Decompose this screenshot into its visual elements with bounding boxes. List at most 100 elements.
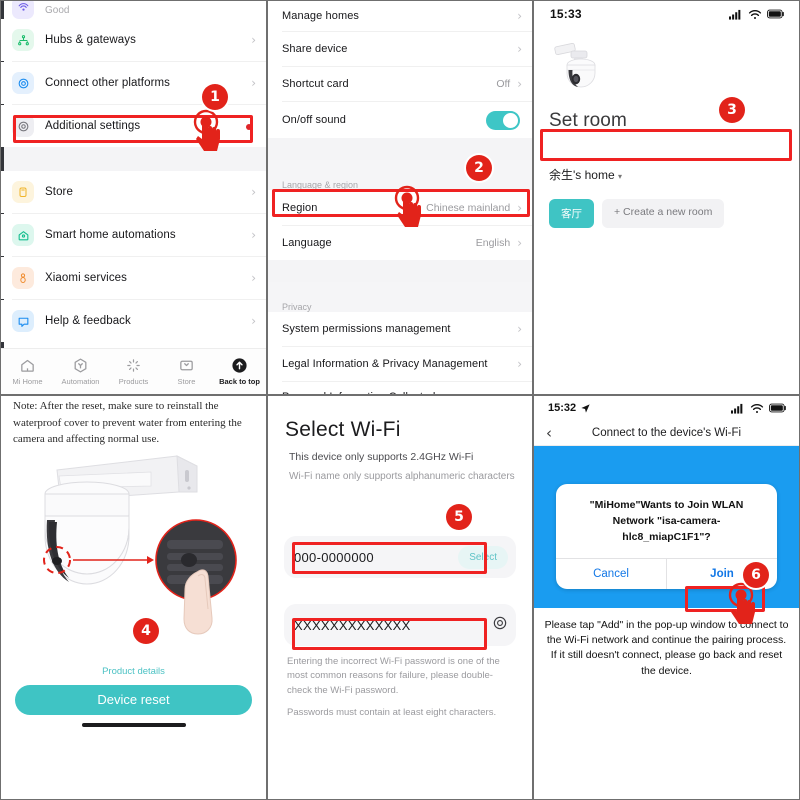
cancel-button[interactable]: Cancel: [556, 559, 666, 589]
row-label: Share device: [282, 43, 348, 55]
row-store[interactable]: Store ›: [1, 171, 266, 213]
row-label: Shortcut card: [282, 78, 349, 90]
row-region[interactable]: Region Chinese mainland ›: [268, 190, 532, 225]
nav-label: Automation: [61, 377, 100, 386]
home-name-label: 余生's home: [549, 168, 615, 182]
page-title: Select Wi-Fi: [285, 418, 401, 441]
status-icons: [729, 9, 785, 20]
row-onoff-sound[interactable]: On/off sound: [268, 102, 532, 138]
row-good[interactable]: Good: [1, 1, 266, 19]
row-language[interactable]: Language English ›: [268, 226, 532, 260]
screenshot-grid: Good Hubs & gateways › Connect other pla…: [0, 0, 800, 800]
row-share-device[interactable]: Share device ›: [268, 32, 532, 66]
nav-item-store[interactable]: Store: [160, 357, 213, 386]
chevron-right-icon: ›: [517, 200, 522, 215]
device-reset-button[interactable]: Device reset: [15, 684, 252, 715]
chevron-right-icon: ›: [517, 236, 522, 250]
row-label: Language: [282, 237, 332, 249]
row-personal-information[interactable]: Personal Information Collected ›: [268, 382, 532, 394]
battery-icon: [767, 9, 784, 19]
nav-item-mi-home[interactable]: Mi Home: [1, 357, 54, 386]
chevron-down-icon: ▾: [618, 172, 623, 181]
row-help-feedback[interactable]: Help & feedback ›: [1, 300, 266, 342]
antenna-icon: [12, 1, 34, 19]
row-label: Manage homes: [282, 10, 360, 22]
room-chip-selected[interactable]: 客厅: [549, 199, 594, 228]
arrow-up-icon: [232, 358, 247, 373]
row-shortcut-card[interactable]: Shortcut card Off ›: [268, 67, 532, 101]
back-icon[interactable]: ‹: [546, 424, 552, 442]
automation-icon: [12, 224, 34, 246]
row-system-permissions[interactable]: System permissions management ›: [268, 312, 532, 346]
settings-list-1: Hubs & gateways › Connect other platform…: [1, 19, 266, 147]
panel-select-wifi: Select Wi-Fi This device only supports 2…: [267, 395, 533, 800]
product-details-link[interactable]: Product details: [1, 666, 266, 677]
chevron-right-icon: ›: [517, 42, 522, 56]
chevron-right-icon: ›: [517, 357, 522, 371]
wifi-subtitle-2: Wi-Fi name only supports alphanumeric ch…: [289, 471, 515, 482]
wifi-subtitle-1: This device only supports 2.4GHz Wi-Fi: [289, 451, 474, 463]
settings-group-privacy: System permissions management › Legal In…: [268, 312, 532, 394]
step-badge-3: 3: [719, 97, 745, 123]
nav-label: Products: [118, 377, 149, 386]
home-selector[interactable]: 余生's home ▾: [534, 166, 799, 183]
camera-reset-illustration: 4: [1, 448, 266, 666]
step-badge-1: 1: [202, 84, 228, 110]
nav-header: ‹ Connect to the device's Wi-Fi: [534, 420, 799, 446]
wifi-password-field[interactable]: XXXXXXXXXXXXX: [284, 604, 516, 646]
settings-group-top: Manage homes › Share device › Shortcut c…: [268, 1, 532, 138]
show-password-icon[interactable]: [492, 615, 508, 636]
panel-mi-home-settings: Good Hubs & gateways › Connect other pla…: [0, 0, 267, 395]
row-label: Store: [45, 186, 73, 198]
chevron-right-icon: ›: [251, 33, 256, 47]
nav-label: Store: [177, 377, 196, 386]
section-label: Language & region: [282, 180, 359, 190]
wifi-password-hint-1: Entering the incorrect Wi-Fi password is…: [287, 656, 500, 696]
section-gap: [268, 138, 532, 160]
select-wifi-button[interactable]: Select: [458, 545, 508, 569]
row-label: Legal Information & Privacy Management: [282, 358, 488, 370]
step-badge-6: 6: [743, 562, 769, 588]
wifi-password-hint-2: Passwords must contain at least eight ch…: [287, 706, 497, 718]
row-value: Off: [496, 78, 511, 90]
settings-list-2: Store › Smart home automations › Xiaomi …: [1, 171, 266, 342]
row-smart-home-automations[interactable]: Smart home automations ›: [1, 214, 266, 256]
xiaomi-icon: [12, 267, 34, 289]
panel-additional-settings: Manage homes › Share device › Shortcut c…: [267, 0, 533, 395]
cellular-signal-icon: [731, 403, 743, 414]
row-label: On/off sound: [282, 114, 346, 126]
toggle-knob: [503, 112, 518, 128]
row-value: English: [475, 237, 511, 249]
bottom-nav: Mi Home Automation Products Store Back t…: [1, 348, 266, 394]
row-hubs-gateways[interactable]: Hubs & gateways ›: [1, 19, 266, 61]
row-additional-settings[interactable]: Additional settings: [1, 105, 266, 147]
wifi-password-value: XXXXXXXXXXXXX: [294, 617, 411, 633]
step-badge-5: 5: [446, 504, 472, 530]
chevron-right-icon: ›: [251, 228, 256, 242]
row-manage-homes[interactable]: Manage homes ›: [268, 1, 532, 31]
chevron-right-icon: ›: [251, 271, 256, 285]
status-icons: [731, 403, 787, 414]
create-new-room-button[interactable]: + Create a new room: [602, 199, 725, 228]
wifi-icon: [748, 9, 762, 19]
row-label: Help & feedback: [45, 315, 131, 327]
settings-group-language: Region Chinese mainland › Language Engli…: [268, 190, 532, 260]
chevron-right-icon: ›: [517, 77, 522, 91]
nav-item-back-to-top[interactable]: Back to top: [213, 357, 266, 386]
help-icon: [12, 310, 34, 332]
row-label: Additional settings: [45, 120, 141, 132]
hub-icon: [12, 29, 34, 51]
chevron-right-icon: ›: [251, 185, 256, 199]
row-xiaomi-services[interactable]: Xiaomi services ›: [1, 257, 266, 299]
wifi-ssid-field[interactable]: 000-0000000 Select: [284, 536, 516, 578]
row-legal-information[interactable]: Legal Information & Privacy Management ›: [268, 347, 532, 381]
nav-item-products[interactable]: Products: [107, 357, 160, 386]
nav-item-automation[interactable]: Automation: [54, 357, 107, 386]
wifi-ssid-value: 000-0000000: [294, 549, 374, 565]
row-label: Hubs & gateways: [45, 34, 136, 46]
onoff-sound-toggle[interactable]: [486, 110, 520, 130]
